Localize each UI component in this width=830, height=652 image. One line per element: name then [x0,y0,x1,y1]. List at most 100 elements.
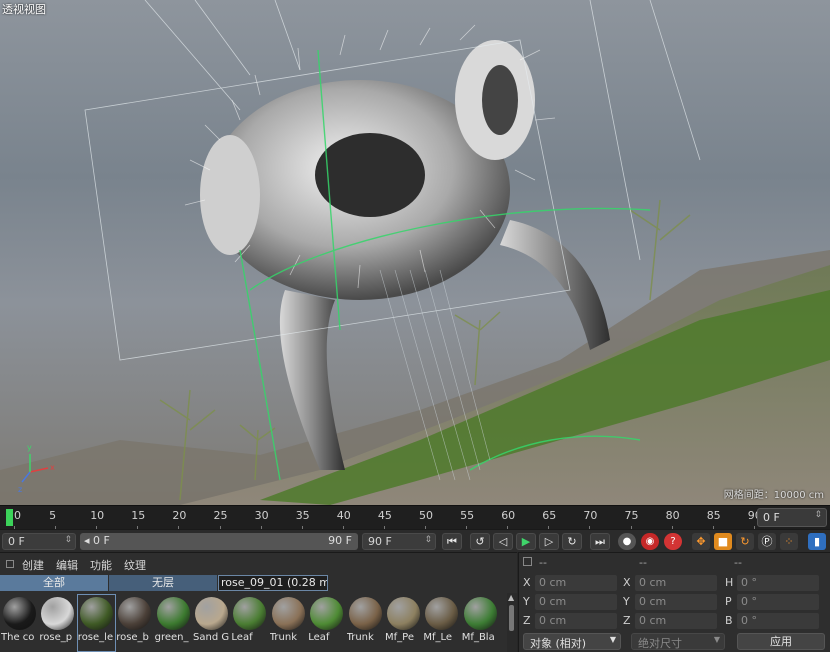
panel-grip-icon[interactable] [6,560,14,568]
record-keys-icon[interactable]: ◉ [641,533,659,550]
play-button[interactable]: ▶ [516,533,536,550]
pla-key-icon[interactable]: ⁘ [780,533,798,550]
current-frame-field[interactable]: 0 F ⇕ [757,508,827,527]
svg-text:x: x [50,463,55,472]
tick-label: 5 [49,509,57,522]
material-swatch[interactable]: The co [1,595,38,651]
move-key-icon[interactable]: ✥ [692,533,710,550]
coord-value-field[interactable]: 0 cm [635,613,717,629]
start-frame-value: 0 F [8,535,25,548]
goto-end-button[interactable]: ⏭ [590,533,610,550]
tab-no-layer[interactable]: 无层 [109,575,217,591]
menu-function[interactable]: 功能 [90,557,112,575]
perspective-viewport[interactable]: x y z 透视视图 网格间距：10000 cm [0,0,830,505]
chevron-down-icon: ▼ [609,635,616,644]
coordinate-manager: -- -- -- X0 cm X 0 cm H 0 ° Y 0 cm Y 0 cm P 0 ° Z 0 … [518,552,830,652]
range-end-label: 90 F [328,534,352,547]
material-swatch[interactable]: Trunk [270,595,307,651]
timeline-layout-icon[interactable]: ▮ [808,533,826,550]
material-swatch[interactable]: rose_p [39,595,76,651]
current-frame-value: 0 F [763,511,780,524]
viewport-scene: x y z [0,0,830,505]
next-key-button[interactable]: ↻ [562,533,582,550]
material-name: Trunk [269,632,298,643]
menu-texture[interactable]: 纹理 [124,557,146,575]
tick-label: 15 [131,509,146,522]
spinner-icon[interactable]: ⇕ [814,510,822,520]
material-swatch[interactable]: rose_b [116,595,153,651]
prev-frame-button[interactable]: ◁ [493,533,513,550]
coord-value-field[interactable]: 0 cm [635,594,717,610]
coord-axis-label: X [623,576,631,589]
coord-row: X 0 cm X 0 cm H 0 ° [519,575,830,593]
material-swatch[interactable]: Mf_Pe [385,595,422,651]
prev-key-button[interactable]: ↺ [470,533,490,550]
material-swatch[interactable]: Mf_Bla [462,595,499,651]
scroll-thumb[interactable] [509,605,514,631]
material-swatch[interactable]: Sand G [193,595,230,651]
coord-value-field[interactable]: 0 cm [535,594,617,610]
svg-text:z: z [18,485,22,494]
next-frame-button[interactable]: ▷ [539,533,559,550]
scroll-up-icon[interactable]: ▲ [508,593,514,602]
end-frame-field[interactable]: 90 F ⇕ [362,533,436,550]
rotate-key-icon[interactable]: ↻ [736,533,754,550]
coord-axis-label: Y [523,595,530,608]
spinner-icon[interactable]: ⇕ [424,535,432,545]
coord-row: Y 0 cm Y 0 cm P 0 ° [519,594,830,612]
material-preview-ball [233,597,267,630]
param-key-icon[interactable]: Ⓟ [758,533,776,550]
tick-label: 0 [14,509,21,522]
material-swatch[interactable]: green_ [155,595,192,651]
auto-key-icon[interactable]: ? [664,533,682,550]
preview-range-slider[interactable]: ◂ 0 F 90 F [80,533,358,550]
coord-value-field[interactable]: 0 ° [737,613,819,629]
material-swatch[interactable]: Leaf [231,595,268,651]
material-swatch[interactable]: rose_le [76,594,116,652]
timeline-ruler[interactable]: 0 5 10 15 20 25 30 35 40 45 50 55 60 65 70 75 80 85 90 0 F… [0,505,830,530]
ruler[interactable]: 0 5 10 15 20 25 30 35 40 45 50 55 60 65 70 75 80 85 90 [0,506,762,530]
coord-value-field[interactable]: 0 ° [737,594,819,610]
material-manager: 创建 编辑 功能 纹理 全部 无层 rose_09_01 (0.28 m) Th… [0,552,517,652]
spinner-icon[interactable]: ⇕ [64,535,72,545]
coord-value-field[interactable]: 0 ° [737,575,819,591]
tick-label: 85 [706,509,721,522]
coord-value-field[interactable]: 0 cm [535,575,617,591]
playhead[interactable] [6,509,13,526]
material-scrollbar[interactable]: ▲ [507,593,517,652]
material-swatch[interactable]: Mf_Le [423,595,460,651]
coord-mode-dropdown[interactable]: 对象 (相对) ▼ [523,633,621,650]
tick-label: 75 [624,509,639,522]
chevron-down-icon: ▼ [713,635,720,644]
viewport-title[interactable]: 透视视图 [2,1,46,17]
range-start-label: ◂ 0 F [84,534,110,547]
coord-axis-label: Y [623,595,630,608]
material-name: Sand G [193,632,230,643]
start-frame-field[interactable]: 0 F ⇕ [2,533,76,550]
material-name: Mf_Bla [461,632,495,643]
material-swatch[interactable]: Leaf [308,595,345,651]
material-swatch[interactable]: Trunk [347,595,384,651]
material-info: rose_09_01 (0.28 m) [218,575,328,591]
menu-edit[interactable]: 编辑 [56,557,78,575]
tick-label: 55 [460,509,475,522]
tick-label: 40 [336,509,351,522]
tab-all[interactable]: 全部 [0,575,108,591]
goto-start-button[interactable]: ⏮ [442,533,462,550]
size-mode-dropdown[interactable]: 绝对尺寸 ▼ [631,633,725,650]
record-disabled-icon[interactable]: ● [618,533,636,550]
apply-button[interactable]: 应用 [737,633,825,650]
panel-grip-icon[interactable] [523,557,532,566]
material-preview-ball [195,597,228,630]
material-name: Leaf [231,632,253,643]
tick-label: 35 [295,509,310,522]
coord-value-field[interactable]: 0 cm [535,613,617,629]
material-menu: 创建 编辑 功能 纹理 [0,553,517,575]
scale-key-icon[interactable]: ■ [714,533,732,550]
material-preview-ball [348,597,382,630]
menu-create[interactable]: 创建 [22,557,44,575]
tick-label: 45 [377,509,392,522]
coord-value-field[interactable]: 0 cm [635,575,717,591]
layer-tabs: 全部 无层 rose_09_01 (0.28 m) [0,575,517,591]
coord-mode-value: 对象 (相对) [530,637,587,650]
